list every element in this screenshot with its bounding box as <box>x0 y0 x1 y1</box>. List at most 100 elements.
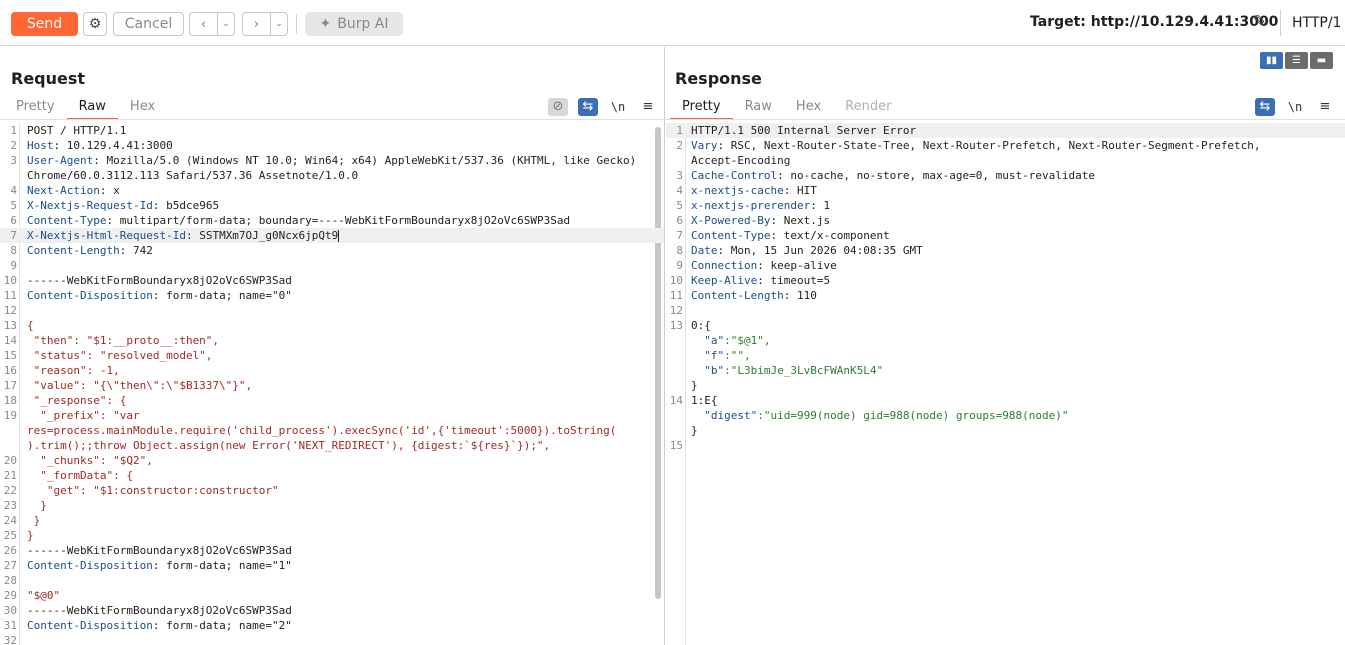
line-content: "_chunks": "$Q2", <box>27 454 153 467</box>
code-text: X-Nextjs-Html-Request-Id: SSTMXm7OJ_g0Nc… <box>27 228 340 243</box>
code-text: 0:{ <box>691 318 711 333</box>
tabs-divider <box>0 119 664 120</box>
line-number: 19 <box>3 409 17 422</box>
line-number: 11 <box>669 289 683 302</box>
show-newlines-icon[interactable]: \n <box>608 98 628 116</box>
code-line: 24 } <box>0 513 664 528</box>
tab-render[interactable]: Render <box>833 97 903 119</box>
tab-raw[interactable]: Raw <box>66 97 119 120</box>
json-value: :"$@1", <box>724 334 771 347</box>
header-name: Content-Length <box>691 289 784 302</box>
code-text: "digest":"uid=999(node) gid=988(node) gr… <box>691 408 1068 423</box>
back-button[interactable]: ‹ <box>189 12 218 36</box>
code-line: Chrome/60.0.3112.113 Safari/537.36 Asset… <box>0 168 664 183</box>
code-text: "_prefix": "var <box>27 408 140 423</box>
menu-icon[interactable]: ≡ <box>1315 98 1335 116</box>
code-text: ).trim();;throw Object.assign(new Error(… <box>27 438 550 453</box>
code-text: Content-Disposition: form-data; name="1" <box>27 558 292 573</box>
code-text: Accept-Encoding <box>691 153 790 168</box>
header-value: : Next.js <box>770 214 831 227</box>
layout-stacked-icon[interactable]: ☰ <box>1285 52 1308 69</box>
line-number: 18 <box>3 394 17 407</box>
forward-button[interactable]: › <box>242 12 271 36</box>
layout-side-by-side-icon[interactable]: ▮▮ <box>1260 52 1283 69</box>
line-number: 9 <box>10 259 17 272</box>
code-line: 32 <box>0 633 664 645</box>
gear-icon: ⚙ <box>88 16 102 32</box>
menu-icon[interactable]: ≡ <box>638 98 658 116</box>
code-text: } <box>27 528 34 543</box>
chevron-down-icon: ⌄ <box>222 19 230 29</box>
code-line: 14 "then": "$1:__proto__:then", <box>0 333 664 348</box>
code-text: } <box>691 378 698 393</box>
back-history-dropdown[interactable]: ⌄ <box>217 12 235 36</box>
code-text: Chrome/60.0.3112.113 Safari/537.36 Asset… <box>27 168 358 183</box>
tab-raw[interactable]: Raw <box>733 97 784 119</box>
response-title: Response <box>675 69 762 88</box>
edit-target-icon[interactable]: ✎ <box>1249 12 1271 34</box>
tab-hex[interactable]: Hex <box>118 97 167 119</box>
line-number: 6 <box>10 214 17 227</box>
code-line: 19 "_prefix": "var <box>0 408 664 423</box>
http-version-selector[interactable]: HTTP/1 <box>1292 15 1341 31</box>
line-number: 9 <box>676 259 683 272</box>
code-line: "f":"", <box>666 348 1345 363</box>
line-number: 7 <box>676 229 683 242</box>
header-value: : b5dce965 <box>152 199 220 212</box>
line-content: Accept-Encoding <box>691 154 791 167</box>
code-text: { <box>27 318 34 333</box>
code-line: 6 X-Powered-By: Next.js <box>666 213 1345 228</box>
code-line: 8 Content-Length: 742 <box>0 243 664 258</box>
code-text: Content-Type: multipart/form-data; bound… <box>27 213 570 228</box>
line-number: 16 <box>3 364 17 377</box>
header-name: Host <box>27 139 54 152</box>
chevron-right-icon: › <box>253 16 260 32</box>
forward-history-dropdown[interactable]: ⌄ <box>270 12 288 36</box>
code-line: 21 "_formData": { <box>0 468 664 483</box>
layout-tabs-icon[interactable]: ▬ <box>1310 52 1333 69</box>
code-text: Content-Disposition: form-data; name="0" <box>27 288 292 303</box>
code-text: Vary: RSC, Next-Router-State-Tree, Next-… <box>691 138 1261 153</box>
code-line: 28 <box>0 573 664 588</box>
header-value: : 1 <box>810 199 831 212</box>
settings-button[interactable]: ⚙ <box>83 12 107 36</box>
hide-nonprintable-icon[interactable]: ⊘ <box>548 98 568 116</box>
target-label: Target: http://10.129.4.41:3000 <box>1030 14 1279 30</box>
code-text: ------WebKitFormBoundaryx8jO2oVc6SWP3Sad <box>27 543 292 558</box>
header-name: User-Agent <box>27 154 94 167</box>
header-name: Content-Disposition <box>27 559 153 572</box>
response-editor-controls: ⇆ \n ≡ <box>1255 97 1335 117</box>
wrap-lines-icon[interactable]: ⇆ <box>578 98 598 116</box>
line-content: "reason": -1, <box>27 364 120 377</box>
send-button[interactable]: Send <box>11 12 78 36</box>
header-value: : no-cache, no-store, max-age=0, must-re… <box>777 169 1095 182</box>
show-newlines-icon[interactable]: \n <box>1285 98 1305 116</box>
line-number: 4 <box>676 184 683 197</box>
response-editor[interactable]: 1 HTTP/1.1 500 Internal Server Error 2 Vary… <box>666 123 1345 645</box>
code-line: 13 0:{ <box>666 318 1345 333</box>
tab-hex[interactable]: Hex <box>784 97 833 119</box>
burp-ai-label: Burp AI <box>337 16 389 32</box>
line-number: 28 <box>3 574 17 587</box>
tab-pretty[interactable]: Pretty <box>670 97 733 120</box>
burp-ai-button[interactable]: ✦ Burp AI <box>305 12 403 36</box>
line-content: "_prefix": "var <box>27 409 140 422</box>
request-editor[interactable]: 1 POST / HTTP/1.1 2 Host: 10.129.4.41:3000 3… <box>0 123 664 645</box>
tabs-divider <box>666 119 1345 120</box>
code-line: 11 Content-Disposition: form-data; name="… <box>0 288 664 303</box>
code-line: 5 X-Nextjs-Request-Id: b5dce965 <box>0 198 664 213</box>
line-content: 0:{ <box>691 319 711 332</box>
header-value: : 742 <box>119 244 153 257</box>
code-text: X-Nextjs-Request-Id: b5dce965 <box>27 198 219 213</box>
wrap-lines-icon[interactable]: ⇆ <box>1255 98 1275 116</box>
line-number: 17 <box>3 379 17 392</box>
code-line: 25} <box>0 528 664 543</box>
line-number: 10 <box>3 274 17 287</box>
tab-pretty[interactable]: Pretty <box>4 97 67 119</box>
chevron-down-icon: ⌄ <box>275 19 283 29</box>
line-number: 25 <box>3 529 17 542</box>
code-text: Date: Mon, 15 Jun 2026 04:08:35 GMT <box>691 243 923 258</box>
line-content: { <box>27 319 34 332</box>
header-value: : SSTMXm7OJ_g0Ncx6jpQt9 <box>185 229 339 242</box>
cancel-button[interactable]: Cancel <box>113 12 184 36</box>
